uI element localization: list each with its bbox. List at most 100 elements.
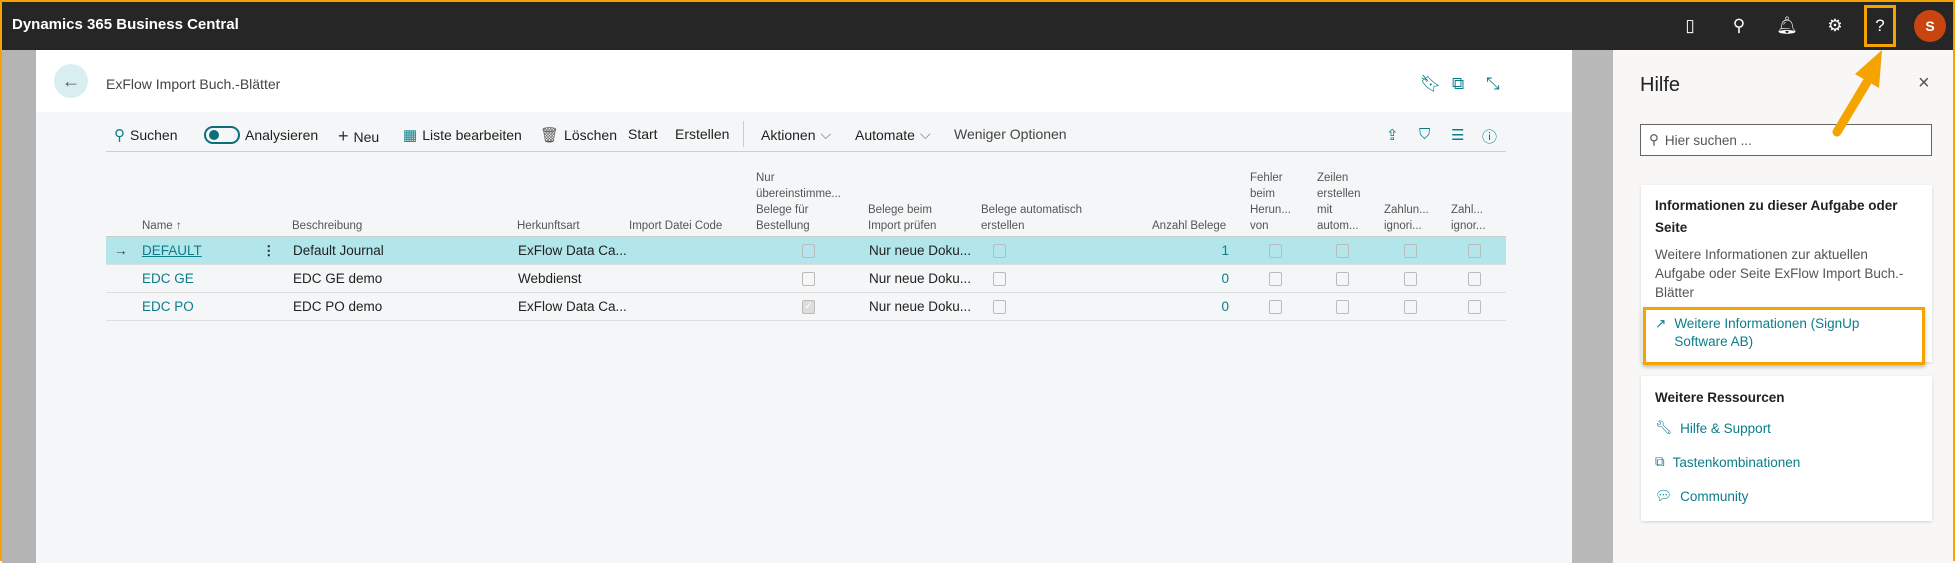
col-import-code[interactable]: Import Datei Code	[629, 218, 722, 234]
create-lines-checkbox[interactable]	[1336, 272, 1349, 286]
wrench-icon: 🔧︎	[1655, 420, 1673, 435]
toggle-switch[interactable]	[204, 126, 240, 144]
row-menu-icon[interactable]: ⋮	[262, 243, 276, 259]
page-title: ExFlow Import Buch.-Blätter	[106, 76, 281, 92]
bell-icon[interactable]: 🔔︎	[1775, 14, 1799, 38]
row-description: EDC PO demo	[293, 299, 383, 314]
filter-button[interactable]: ⛉	[1419, 126, 1430, 143]
right-backdrop	[1572, 50, 1613, 563]
chevron-down-icon: ⌵	[820, 126, 832, 142]
sort-ascending-icon: ↑	[175, 220, 182, 232]
new-button[interactable]: + Neu	[338, 126, 379, 147]
only-matching-checkbox[interactable]	[802, 244, 815, 258]
col-create-lines[interactable]: Zeilen erstellen mit autom...	[1317, 170, 1360, 234]
edit-list-button[interactable]: ▦ Liste bearbeiten	[403, 126, 522, 144]
arrow-left-icon: ←	[62, 70, 80, 91]
error-download-checkbox[interactable]	[1269, 272, 1282, 286]
start-button[interactable]: Start	[628, 126, 658, 142]
info-button[interactable]: ⓘ	[1482, 126, 1497, 147]
payment-ignore-2-checkbox[interactable]	[1468, 272, 1481, 286]
payment-ignore-1-checkbox[interactable]	[1404, 272, 1417, 286]
only-matching-checkbox[interactable]: ✓	[802, 300, 815, 314]
col-description[interactable]: Beschreibung	[292, 218, 362, 234]
help-title: Hilfe	[1640, 74, 1681, 96]
help-support-link[interactable]: 🔧︎ Hilfe & Support	[1655, 420, 1771, 436]
create-lines-checkbox[interactable]	[1336, 300, 1349, 314]
row-source-type: ExFlow Data Ca...	[518, 299, 627, 314]
search-icon: ⚲	[1649, 132, 1659, 147]
row-name-link[interactable]: EDC GE	[142, 271, 194, 286]
toolbar-divider	[743, 121, 744, 147]
col-doc-count[interactable]: Anzahl Belege	[1152, 218, 1226, 234]
app-title: Dynamics 365 Business Central	[12, 16, 239, 33]
col-error-download[interactable]: Fehler beim Herun... von	[1250, 170, 1291, 234]
more-info-highlight	[1643, 307, 1925, 365]
row-name-link[interactable]: EDC PO	[142, 299, 194, 314]
delete-button[interactable]: 🗑︎ Löschen	[540, 126, 617, 144]
left-backdrop	[2, 50, 36, 563]
table-row[interactable]: EDC PO EDC PO demo ExFlow Data Ca... ✓ N…	[106, 293, 1506, 321]
col-source-type[interactable]: Herkunftsart	[517, 218, 580, 234]
create-lines-checkbox[interactable]	[1336, 244, 1349, 258]
search-icon[interactable]: ⚲	[1727, 14, 1751, 38]
col-check-on-import[interactable]: Belege beim Import prüfen	[868, 202, 936, 234]
col-payment-ignore-1[interactable]: Zahlun... ignori...	[1384, 202, 1429, 234]
payment-ignore-1-checkbox[interactable]	[1404, 244, 1417, 258]
payment-ignore-2-checkbox[interactable]	[1468, 300, 1481, 314]
row-doc-count[interactable]: 0	[1199, 299, 1229, 314]
chat-icon: 💬︎	[1655, 488, 1673, 503]
col-only-matching[interactable]: Nur übereinstimme... Belege für Bestellung	[756, 170, 841, 234]
col-auto-create[interactable]: Belege automatisch erstellen	[981, 202, 1082, 234]
search-icon: ⚲	[114, 127, 125, 144]
gear-icon[interactable]: ⚙	[1823, 14, 1847, 38]
share-icon: ⇪	[1386, 127, 1399, 144]
back-button[interactable]: ←	[54, 64, 88, 98]
resources-card: Weitere Ressourcen 🔧︎ Hilfe & Support ⧉ Ta…	[1641, 376, 1932, 521]
top-bar	[2, 2, 1953, 50]
collapse-icon[interactable]: ⤡	[1486, 74, 1500, 94]
list-view-button[interactable]: ☰	[1451, 126, 1464, 144]
row-doc-count[interactable]: 0	[1199, 271, 1229, 286]
row-source-type: ExFlow Data Ca...	[518, 243, 627, 258]
col-name[interactable]: Name ↑	[142, 218, 182, 234]
open-new-window-icon[interactable]: ⧉	[1452, 74, 1464, 94]
table-row[interactable]: EDC GE EDC GE demo Webdienst Nur neue Do…	[106, 265, 1506, 293]
row-check-on-import: Nur neue Doku...	[869, 271, 972, 286]
error-download-checkbox[interactable]	[1269, 244, 1282, 258]
company-icon[interactable]: ▯	[1678, 14, 1702, 38]
auto-create-checkbox[interactable]	[993, 244, 1006, 258]
share-button[interactable]: ⇪	[1386, 126, 1399, 144]
payment-ignore-2-checkbox[interactable]	[1468, 244, 1481, 258]
info-text: Weitere Informationen zur aktuellen Aufga…	[1655, 247, 1904, 300]
auto-create-checkbox[interactable]	[993, 272, 1006, 286]
row-description: EDC GE demo	[293, 271, 383, 286]
create-button[interactable]: Erstellen	[675, 126, 729, 142]
community-link[interactable]: 💬︎ Community	[1655, 488, 1748, 504]
chevron-down-icon: ⌵	[919, 126, 931, 142]
error-download-checkbox[interactable]	[1269, 300, 1282, 314]
table-row[interactable]: → DEFAULT ⋮ Default Journal ExFlow Data …	[106, 237, 1506, 265]
only-matching-checkbox[interactable]	[802, 272, 815, 286]
search-button[interactable]: ⚲ Suchen	[114, 126, 177, 144]
filter-icon: ⛉	[1419, 126, 1431, 143]
row-description: Default Journal	[293, 243, 384, 258]
trash-icon: 🗑︎	[540, 127, 560, 144]
fewer-options-button[interactable]: Weniger Optionen	[954, 126, 1067, 142]
plus-icon: +	[338, 126, 349, 146]
avatar[interactable]: S	[1914, 10, 1946, 42]
analyze-toggle[interactable]: Analysieren	[204, 126, 318, 144]
actions-menu[interactable]: Aktionen ⌵	[761, 126, 831, 143]
row-name-link[interactable]: DEFAULT	[142, 243, 202, 258]
auto-create-checkbox[interactable]	[993, 300, 1006, 314]
payment-ignore-1-checkbox[interactable]	[1404, 300, 1417, 314]
toolbar-underline	[106, 151, 1506, 152]
close-icon[interactable]: ×	[1918, 72, 1930, 95]
automate-menu[interactable]: Automate ⌵	[855, 126, 931, 143]
row-check-on-import: Nur neue Doku...	[869, 243, 972, 258]
shortcuts-link[interactable]: ⧉ Tastenkombinationen	[1655, 454, 1800, 470]
bookmark-icon[interactable]: 🔖︎	[1420, 74, 1442, 94]
edit-list-icon: ▦	[403, 127, 418, 144]
shortcuts-icon: ⧉	[1655, 454, 1665, 469]
row-doc-count[interactable]: 1	[1199, 243, 1229, 258]
col-payment-ignore-2[interactable]: Zahl... ignor...	[1451, 202, 1486, 234]
